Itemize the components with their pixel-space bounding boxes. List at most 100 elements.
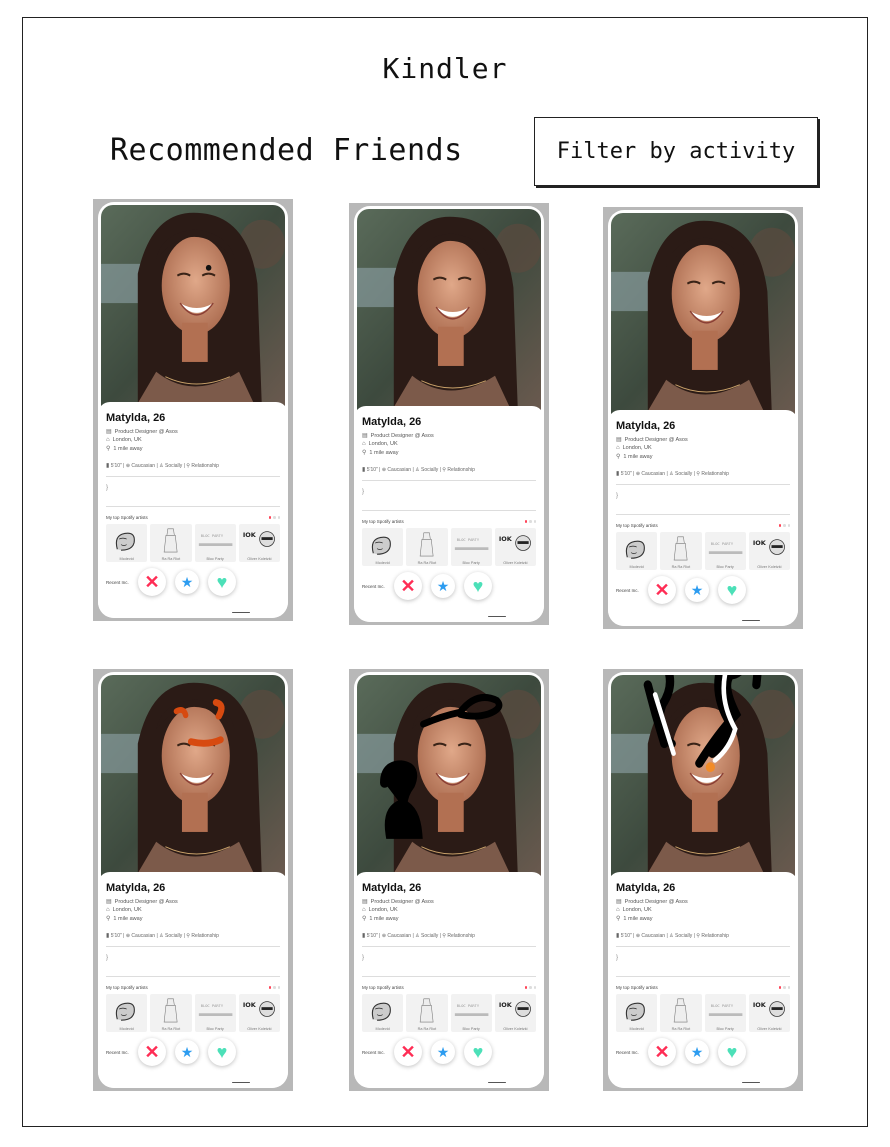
phone-frame: Matylda, 26 ▤ Product Designer @ Asos ⌂ Lo… xyxy=(608,210,798,626)
pin-icon: ⚲ xyxy=(362,450,367,456)
spotify-artist[interactable]: BLOC PARTY Bloc Party xyxy=(194,524,236,562)
like-button[interactable]: ♥ xyxy=(208,568,236,596)
profile-card[interactable]: Matylda, 26 ▤ Product Designer @ Asos ⌂ Lo… xyxy=(93,199,293,621)
nope-button[interactable]: ✕ xyxy=(138,1038,166,1066)
pager-dot[interactable] xyxy=(533,520,536,523)
profile-card[interactable]: Matylda, 26 ▤ Product Designer @ Asos ⌂ Lo… xyxy=(349,203,549,625)
super-like-button[interactable]: ★ xyxy=(431,574,455,598)
pager-dot-active[interactable] xyxy=(524,520,527,523)
pager-dot-active[interactable] xyxy=(268,986,271,989)
nope-button[interactable]: ✕ xyxy=(648,576,676,604)
profile-card[interactable]: Matylda, 26 ▤ Product Designer @ Asos ⌂ Lo… xyxy=(93,669,293,1091)
super-like-button[interactable]: ★ xyxy=(175,570,199,594)
profile-card[interactable]: Matylda, 26 ▤ Product Designer @ Asos ⌂ Lo… xyxy=(603,207,803,629)
profile-photo[interactable] xyxy=(357,209,541,415)
super-like-button[interactable]: ★ xyxy=(175,1040,199,1064)
pager-dot[interactable] xyxy=(787,524,790,527)
pager-dot[interactable] xyxy=(529,986,532,989)
spotify-artist[interactable]: IOK Oliver Koletzki xyxy=(748,994,790,1032)
spotify-artist[interactable]: IOK Oliver Koletzki xyxy=(494,528,536,566)
svg-text:IOK: IOK xyxy=(243,531,257,539)
nope-button[interactable]: ✕ xyxy=(394,572,422,600)
spotify-artist[interactable]: Mcdevid xyxy=(616,994,658,1032)
pager-dot[interactable] xyxy=(273,516,276,519)
pager-dots[interactable] xyxy=(524,986,536,989)
profile-card[interactable]: Matylda, 26 ▤ Product Designer @ Asos ⌂ Lo… xyxy=(603,669,803,1091)
like-button[interactable]: ♥ xyxy=(464,1038,492,1066)
spotify-artist[interactable]: Mcdevid xyxy=(106,524,148,562)
like-button[interactable]: ♥ xyxy=(464,572,492,600)
spotify-artist[interactable]: Ra Ra Riot xyxy=(406,528,448,566)
divider xyxy=(616,976,790,977)
pager-dot[interactable] xyxy=(273,986,276,989)
spotify-artist[interactable]: Mcdevid xyxy=(362,994,404,1032)
spotify-artist[interactable]: BLOC PARTY Bloc Party xyxy=(194,994,236,1032)
spotify-artist[interactable]: BLOC PARTY Bloc Party xyxy=(704,994,746,1032)
pager-dot-active[interactable] xyxy=(778,986,781,989)
action-bar: Recent Inc. ✕ ★ ♥ xyxy=(106,568,280,596)
spotify-artist[interactable]: IOK Oliver Koletzki xyxy=(494,994,536,1032)
pager-dot[interactable] xyxy=(533,986,536,989)
spotify-artist[interactable]: Ra Ra Riot xyxy=(660,532,702,570)
spotify-artist[interactable]: Mcdevid xyxy=(616,532,658,570)
super-like-button[interactable]: ★ xyxy=(685,1040,709,1064)
svg-text:IOK: IOK xyxy=(753,1001,767,1009)
spotify-artist[interactable]: Ra Ra Riot xyxy=(150,524,192,562)
profile-info: Matylda, 26 ▤ Product Designer @ Asos ⌂ Lo… xyxy=(98,872,288,1088)
close-icon: ✕ xyxy=(654,1042,670,1062)
profile-card[interactable]: Matylda, 26 ▤ Product Designer @ Asos ⌂ Lo… xyxy=(349,669,549,1091)
pager-dot-active[interactable] xyxy=(268,516,271,519)
spotify-label: My top Spotify artists xyxy=(616,985,658,990)
pager-dot[interactable] xyxy=(529,520,532,523)
spotify-label: My top Spotify artists xyxy=(616,523,658,528)
pager-dots[interactable] xyxy=(778,524,790,527)
location-row: ⌂ London, UK xyxy=(616,445,652,451)
pager-dot[interactable] xyxy=(783,524,786,527)
spotify-artist[interactable]: Mcdevid xyxy=(106,994,148,1032)
profile-photo[interactable] xyxy=(611,213,795,419)
distance-row: ⚲ 1 mile away xyxy=(106,445,143,453)
profile-photo-art xyxy=(357,209,541,415)
pager-dot-active[interactable] xyxy=(524,986,527,989)
profile-photo[interactable] xyxy=(611,675,795,881)
profile-photo[interactable] xyxy=(101,675,285,881)
app-title: Kindler xyxy=(382,52,508,85)
pager-dots[interactable] xyxy=(268,516,280,519)
like-button[interactable]: ♥ xyxy=(718,576,746,604)
nope-button[interactable]: ✕ xyxy=(394,1038,422,1066)
pager-dots[interactable] xyxy=(524,520,536,523)
spotify-artist[interactable]: Mcdevid xyxy=(362,528,404,566)
profile-photo[interactable] xyxy=(101,205,285,411)
spotify-artist[interactable]: IOK Oliver Koletzki xyxy=(748,532,790,570)
spotify-artist[interactable]: Ra Ra Riot xyxy=(150,994,192,1032)
super-like-button[interactable]: ★ xyxy=(685,578,709,602)
spotify-artist[interactable]: BLOC PARTY Bloc Party xyxy=(450,528,492,566)
recent-label: Recent Inc. xyxy=(106,579,129,585)
super-like-button[interactable]: ★ xyxy=(431,1040,455,1064)
profile-photo[interactable] xyxy=(357,675,541,881)
spotify-artist[interactable]: IOK Oliver Koletzki xyxy=(238,524,280,562)
spotify-artist[interactable]: IOK Oliver Koletzki xyxy=(238,994,280,1032)
like-button[interactable]: ♥ xyxy=(718,1038,746,1066)
spotify-artist[interactable]: BLOC PARTY Bloc Party xyxy=(450,994,492,1032)
pager-dot[interactable] xyxy=(277,516,280,519)
pager-dot[interactable] xyxy=(783,986,786,989)
nope-button[interactable]: ✕ xyxy=(138,568,166,596)
pager-dot[interactable] xyxy=(277,986,280,989)
svg-text:BLOC PARTY: BLOC PARTY xyxy=(200,534,223,538)
spotify-artist[interactable]: Ra Ra Riot xyxy=(406,994,448,1032)
pager-dot[interactable] xyxy=(787,986,790,989)
divider xyxy=(106,506,280,507)
filter-by-activity-button[interactable]: Filter by activity xyxy=(534,117,818,186)
attributes-row: ▮ 5'10" | ⊕ Caucasian | ♙ Socially | ⚲ R… xyxy=(106,463,219,469)
nope-button[interactable]: ✕ xyxy=(648,1038,676,1066)
pager-dots[interactable] xyxy=(778,986,790,989)
spotify-artist[interactable]: BLOC PARTY Bloc Party xyxy=(704,532,746,570)
pager-dot-active[interactable] xyxy=(778,524,781,527)
pager-dots[interactable] xyxy=(268,986,280,989)
artist-name: Bloc Party xyxy=(716,1027,734,1031)
like-button[interactable]: ♥ xyxy=(208,1038,236,1066)
spotify-artist[interactable]: Ra Ra Riot xyxy=(660,994,702,1032)
svg-text:BLOC PARTY: BLOC PARTY xyxy=(456,1004,479,1008)
ruler-icon: ▮ xyxy=(616,471,620,477)
